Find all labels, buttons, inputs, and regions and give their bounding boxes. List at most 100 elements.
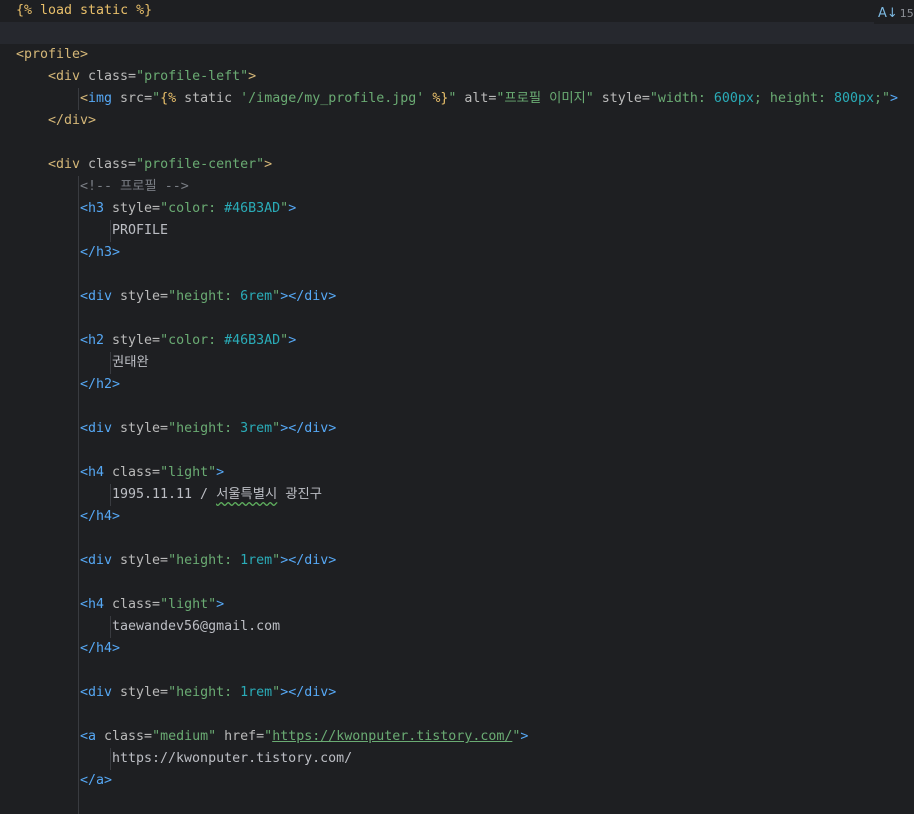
code-text: <h2 style="color: #46B3AD"> [80, 330, 296, 352]
code-token-str: "light" [160, 465, 217, 480]
code-token-num: 1rem [240, 553, 273, 568]
code-line[interactable]: <img src="{% static '/image/my_profile.j… [0, 88, 914, 110]
code-text: </h4> [80, 638, 120, 660]
code-line[interactable] [0, 528, 914, 550]
indent-guide [78, 506, 79, 528]
code-token-tag: <div [48, 69, 89, 84]
indent-guide [78, 220, 79, 242]
code-text: {% load static %} [16, 0, 152, 22]
indent-guide [78, 484, 79, 506]
code-text: </a> [80, 770, 112, 792]
code-line[interactable]: <div class="profile-left"> [0, 66, 914, 88]
inspection-count: 15 [899, 6, 914, 20]
indent-guide [78, 198, 79, 220]
code-token-btag: <div [80, 553, 121, 568]
indent-guide [78, 726, 79, 748]
code-token-str: "color: [160, 201, 225, 216]
indent-guide [78, 704, 79, 726]
indent-guide [110, 352, 111, 374]
code-line[interactable] [0, 264, 914, 286]
code-line[interactable] [0, 660, 914, 682]
code-token-str: "medium" [152, 729, 225, 744]
code-text: taewandev56@gmail.com [112, 616, 280, 638]
code-token-attr: style= [120, 289, 169, 304]
code-line[interactable]: <div style="height: 1rem"></div> [0, 550, 914, 572]
code-token-cmt: <!-- 프로필 --> [80, 179, 189, 194]
code-line[interactable] [0, 792, 914, 814]
code-token-str: " [272, 289, 281, 304]
code-line[interactable]: <h3 style="color: #46B3AD"> [0, 198, 914, 220]
code-token-str: " [152, 91, 161, 106]
code-line[interactable]: PROFILE [0, 220, 914, 242]
spellcheck-icon[interactable]: A↓ [878, 6, 898, 21]
code-token-str: " [448, 91, 465, 106]
code-line[interactable]: <div style="height: 3rem"></div> [0, 418, 914, 440]
code-token-text: taewandev56@gmail.com [112, 619, 281, 634]
code-line[interactable]: {% load static %} [0, 0, 914, 22]
code-token-attr: class= [88, 69, 137, 84]
code-token-attr: style= [601, 91, 650, 106]
code-text: <h3 style="color: #46B3AD"> [80, 198, 296, 220]
code-text: <div style="height: 6rem"></div> [80, 286, 336, 308]
code-token-btag: <a [80, 729, 105, 744]
indent-guide [78, 88, 79, 110]
code-line[interactable] [0, 22, 914, 44]
code-text: <h4 class="light"> [80, 462, 224, 484]
code-token-num: 6rem [240, 289, 273, 304]
code-line[interactable]: 1995.11.11 / 서울특별시 광진구 [0, 484, 914, 506]
indent-guide [78, 176, 79, 198]
code-text: <a class="medium" href="https://kwonpute… [80, 726, 528, 748]
code-token-tag: < [80, 91, 89, 106]
code-token-attr: class= [112, 465, 161, 480]
code-line[interactable] [0, 440, 914, 462]
indent-guide [78, 286, 79, 308]
code-line[interactable] [0, 308, 914, 330]
code-line[interactable]: <profile> [0, 44, 914, 66]
code-line[interactable]: </div> [0, 110, 914, 132]
code-line[interactable]: <h4 class="light"> [0, 462, 914, 484]
code-line[interactable] [0, 704, 914, 726]
indent-guide [78, 770, 79, 792]
code-token-text: PROFILE [112, 223, 169, 238]
code-line[interactable]: </a> [0, 770, 914, 792]
code-token-str: " [272, 685, 281, 700]
code-token-str: "width: [649, 91, 714, 106]
code-line[interactable]: </h4> [0, 638, 914, 660]
code-token-attr: style= [112, 333, 161, 348]
code-line[interactable]: <div class="profile-center"> [0, 154, 914, 176]
code-editor[interactable]: {% load static %} <profile> <div class="pr… [0, 0, 914, 814]
code-line[interactable]: </h4> [0, 506, 914, 528]
indent-guide [110, 484, 111, 506]
inspection-widget[interactable]: A↓ 15 [874, 2, 914, 24]
indent-guide [78, 550, 79, 572]
code-line[interactable]: </h3> [0, 242, 914, 264]
code-line[interactable] [0, 396, 914, 418]
code-text: <div style="height: 1rem"></div> [80, 550, 336, 572]
code-line[interactable]: <!-- 프로필 --> [0, 176, 914, 198]
code-text: 권태완 [112, 352, 149, 374]
code-token-str: ;" [874, 91, 891, 106]
code-line[interactable]: <h2 style="color: #46B3AD"> [0, 330, 914, 352]
code-line[interactable]: 권태완 [0, 352, 914, 374]
indent-guide [78, 616, 79, 638]
code-line[interactable]: </h2> [0, 374, 914, 396]
code-token-tag: > [248, 69, 257, 84]
code-token-btag: ></div> [280, 421, 337, 436]
code-text: https://kwonputer.tistory.com/ [112, 748, 352, 770]
code-line[interactable]: <div style="height: 1rem"></div> [0, 682, 914, 704]
code-text: </h2> [80, 374, 120, 396]
code-token-tpl: {% load static %} [16, 3, 153, 18]
code-token-link[interactable]: https://kwonputer.tistory.com/ [272, 729, 512, 744]
code-token-text: 광진구 [277, 487, 322, 502]
code-line[interactable]: https://kwonputer.tistory.com/ [0, 748, 914, 770]
code-line[interactable]: <a class="medium" href="https://kwonpute… [0, 726, 914, 748]
code-token-btag: > [288, 333, 297, 348]
code-token-btag: ></div> [280, 553, 337, 568]
code-text: </div> [48, 110, 96, 132]
code-line[interactable] [0, 572, 914, 594]
code-line[interactable]: taewandev56@gmail.com [0, 616, 914, 638]
code-line[interactable] [0, 132, 914, 154]
code-line[interactable]: <div style="height: 6rem"></div> [0, 286, 914, 308]
code-token-btag: <h3 [80, 201, 113, 216]
code-line[interactable]: <h4 class="light"> [0, 594, 914, 616]
